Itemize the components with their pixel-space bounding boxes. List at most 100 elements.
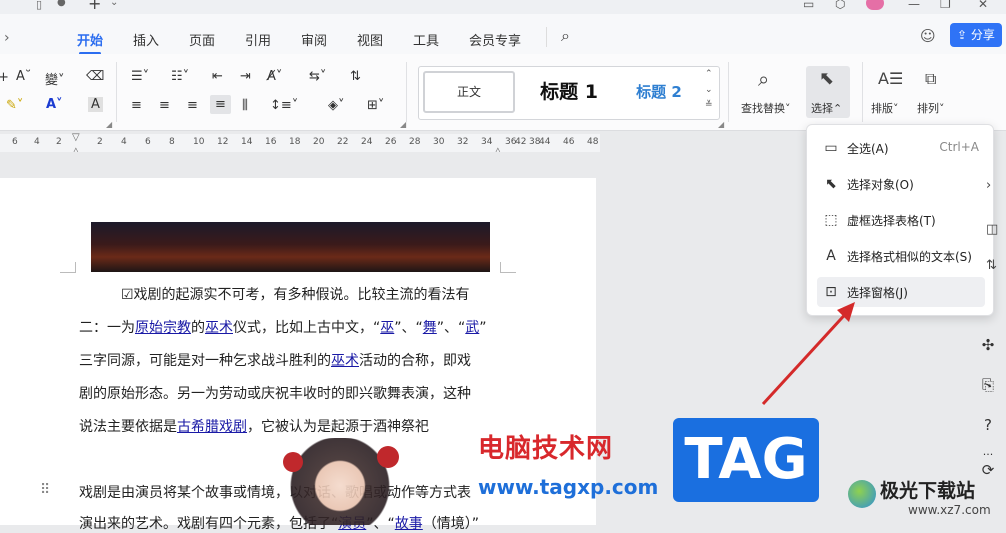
menu-item-marquee-select-table[interactable]: ⬚ 虚框选择表格(T) bbox=[817, 205, 985, 235]
doc-line[interactable]: ☑戏剧的起源实不可考，有多种假说。比较主流的看法有 bbox=[121, 284, 470, 304]
align-center-icon[interactable]: ≡ bbox=[159, 98, 170, 113]
help-icon[interactable]: ? bbox=[978, 415, 998, 435]
find-replace-icon[interactable]: ⌕ bbox=[758, 67, 769, 91]
clear-format-icon[interactable]: ⌫ bbox=[86, 69, 104, 84]
share-icon: ⇪ bbox=[957, 28, 971, 42]
tab-insert[interactable]: 插入 bbox=[133, 30, 159, 49]
gallery-up-icon[interactable]: ⌃ bbox=[705, 69, 713, 79]
doc-link[interactable]: 巫 bbox=[380, 320, 394, 336]
select-button[interactable]: ⬉ 选择⌃ bbox=[806, 66, 850, 118]
shading-fill-icon[interactable]: ◈˅ bbox=[328, 98, 345, 113]
ruler-tick-label: 22 bbox=[337, 137, 349, 147]
bullet-list-icon[interactable]: ☰˅ bbox=[131, 69, 149, 84]
doc-text: ，它被认为是起源于酒神祭祀 bbox=[247, 419, 429, 435]
doc-link[interactable]: 巫术 bbox=[331, 353, 359, 369]
hair-ornament-right bbox=[377, 446, 399, 468]
doc-line[interactable]: 二：一为原始宗教的巫术仪式，比如上古中文，“巫”、“舞”、“武” bbox=[79, 317, 487, 337]
first-line-indent-marker-icon[interactable]: ▽ bbox=[72, 132, 80, 143]
line-spacing-icon[interactable]: ↕≡˅ bbox=[270, 98, 298, 113]
gallery-down-icon[interactable]: ⌄ bbox=[705, 85, 713, 95]
style-heading2[interactable]: 标题 2 bbox=[619, 71, 699, 113]
style-normal[interactable]: 正文 bbox=[423, 71, 515, 113]
ruler-tick-label: 42 bbox=[515, 137, 527, 147]
text-direction-icon[interactable]: A̸˅ bbox=[267, 69, 282, 84]
share-button[interactable]: ⇪ 分享 bbox=[950, 23, 1002, 47]
margin-corner-mark bbox=[500, 262, 516, 273]
text-format-icon: A bbox=[826, 248, 836, 264]
find-replace-button[interactable]: 查找替换˅ bbox=[741, 100, 791, 116]
paragraph-dialog-launcher-icon[interactable]: ◢ bbox=[400, 120, 406, 129]
distributed-align-icon[interactable]: ⫼ bbox=[242, 98, 248, 113]
numbered-list-icon[interactable]: ☷˅ bbox=[171, 69, 189, 84]
tab-view[interactable]: 视图 bbox=[357, 30, 383, 49]
arrange-icon[interactable]: ⧉ bbox=[925, 69, 936, 89]
line-break-icon[interactable]: ⇆˅ bbox=[309, 69, 326, 84]
layout-icon[interactable]: ▭ bbox=[803, 0, 814, 11]
tab-page[interactable]: 页面 bbox=[189, 30, 215, 49]
doc-link[interactable]: 武 bbox=[465, 320, 479, 336]
drag-handle-icon[interactable]: ⠿ bbox=[40, 482, 50, 498]
menu-item-select-similar-text[interactable]: A 选择格式相似的文本(S) bbox=[817, 241, 985, 271]
tab-references[interactable]: 引用 bbox=[245, 30, 271, 49]
border-icon[interactable]: ⊞˅ bbox=[367, 98, 384, 113]
side-tool-icon[interactable]: › bbox=[986, 178, 991, 193]
avatar[interactable] bbox=[866, 0, 884, 10]
tab-start[interactable]: 开始 bbox=[77, 30, 103, 55]
style-heading1[interactable]: 标题 1 bbox=[519, 71, 619, 113]
decrease-font-icon[interactable]: A˘ bbox=[16, 69, 31, 84]
find-replace-label: 查找替换 bbox=[741, 102, 785, 115]
chevron-down-icon[interactable]: ⌄ bbox=[110, 0, 118, 8]
font-size-up-icon[interactable]: + bbox=[0, 70, 9, 85]
align-right-icon[interactable]: ≡ bbox=[187, 98, 198, 113]
doc-text: ☑戏剧的起源实不可考，有多种假说。比较主流的看法有 bbox=[121, 287, 470, 303]
align-left-icon[interactable]: ≡ bbox=[131, 98, 142, 113]
doc-link[interactable]: 巫术 bbox=[205, 320, 233, 336]
font-color-icon[interactable]: A˅ bbox=[46, 97, 63, 112]
side-tool-icon[interactable]: ⇅ bbox=[986, 258, 997, 273]
comment-icon[interactable]: ☺ bbox=[920, 27, 936, 45]
align-justify-icon[interactable]: ≡ bbox=[210, 95, 231, 114]
menu-chevron-icon[interactable]: › bbox=[4, 30, 10, 46]
layout-format-icon[interactable]: A☰ bbox=[878, 69, 903, 88]
tab-tools[interactable]: 工具 bbox=[413, 30, 439, 49]
search-icon[interactable]: ⌕ bbox=[561, 26, 570, 46]
menu-item-select-objects[interactable]: ⬉ 选择对象(O) bbox=[817, 169, 985, 199]
doc-link[interactable]: 原始宗教 bbox=[135, 320, 191, 336]
cube-icon[interactable]: ⬡ bbox=[835, 0, 845, 11]
font-dialog-launcher-icon[interactable]: ◢ bbox=[106, 120, 112, 129]
ruler-tick-label: 8 bbox=[169, 137, 175, 147]
side-tool-icon[interactable]: ◫ bbox=[986, 222, 998, 237]
restore-icon[interactable]: ❐ bbox=[940, 0, 951, 11]
char-shading-icon[interactable]: A bbox=[88, 97, 103, 112]
doc-line[interactable]: 三字同源，可能是对一种乞求战斗胜利的巫术活动的合称，即戏 bbox=[79, 350, 471, 370]
margin-corner-mark bbox=[60, 262, 76, 273]
doc-line[interactable]: 剧的原始形态。另一为劳动或庆祝丰收时的即兴歌舞表演，这种 bbox=[79, 383, 471, 403]
ruler-tick-label: 2 bbox=[97, 137, 103, 147]
gallery-more-icon[interactable]: ≚ bbox=[705, 100, 713, 110]
minimize-icon[interactable]: — bbox=[908, 0, 920, 11]
arrange-button[interactable]: 排列˅ bbox=[917, 100, 945, 116]
increase-indent-icon[interactable]: ⇥ bbox=[240, 69, 251, 84]
window-icon[interactable]: ▯ bbox=[36, 0, 42, 11]
doc-line[interactable]: 说法主要依据是古希腊戏剧，它被认为是起源于酒神祭祀 bbox=[79, 416, 429, 436]
document-banner-image[interactable] bbox=[91, 222, 490, 272]
group-divider bbox=[116, 62, 117, 122]
doc-link[interactable]: 古希腊戏剧 bbox=[177, 419, 247, 435]
ruler-tick-label: 26 bbox=[385, 137, 397, 147]
close-icon[interactable]: ✕ bbox=[978, 0, 988, 11]
highlight-color-icon[interactable]: ✎˅ bbox=[6, 98, 23, 113]
tab-member[interactable]: 会员专享 bbox=[469, 30, 521, 49]
style-dialog-launcher-icon[interactable]: ◢ bbox=[718, 120, 724, 129]
tab-review[interactable]: 审阅 bbox=[301, 30, 327, 49]
layout-button[interactable]: 排版˅ bbox=[871, 100, 899, 116]
aurora-logo-icon bbox=[848, 480, 876, 508]
new-tab-plus-icon[interactable]: + bbox=[88, 0, 101, 13]
doc-link[interactable]: 舞 bbox=[423, 320, 437, 336]
share-label: 分享 bbox=[970, 28, 995, 42]
decrease-indent-icon[interactable]: ⇤ bbox=[212, 69, 223, 84]
phonetic-guide-icon[interactable]: 變˅ bbox=[45, 69, 65, 88]
book-icon[interactable]: ⎘ bbox=[978, 375, 998, 395]
sort-icon[interactable]: ⇅ bbox=[350, 69, 361, 84]
menu-item-select-all[interactable]: ▭ 全选(A) Ctrl+A bbox=[817, 133, 985, 163]
magic-tools-icon[interactable]: ✣ bbox=[978, 335, 998, 355]
